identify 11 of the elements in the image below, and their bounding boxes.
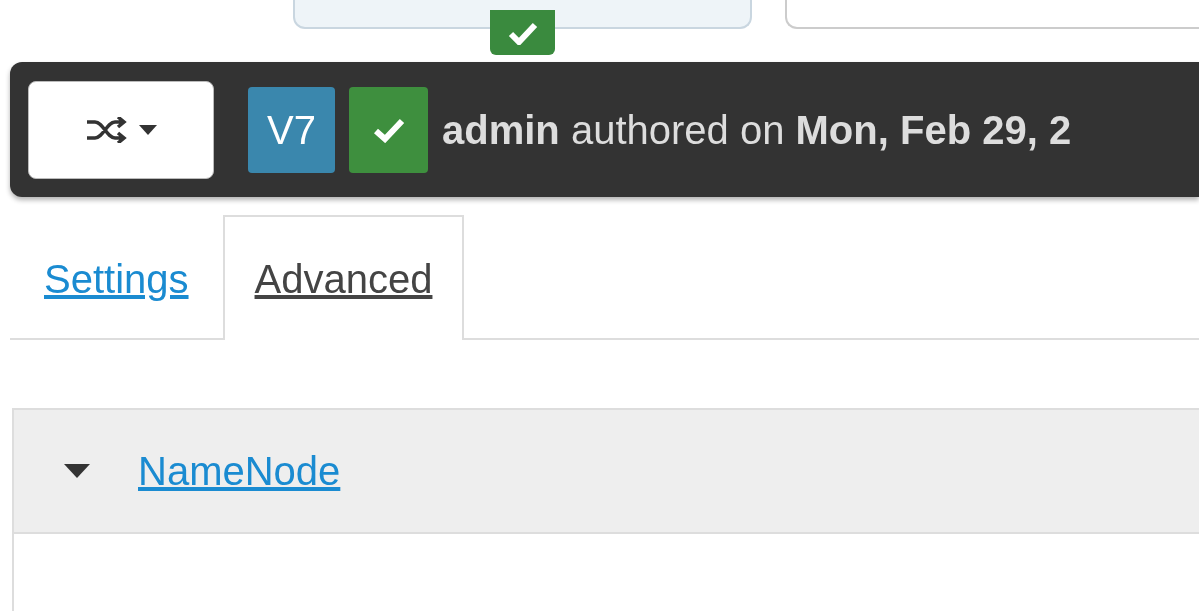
check-icon xyxy=(507,20,538,45)
section-link[interactable]: NameNode xyxy=(138,441,341,501)
caret-icon xyxy=(139,124,157,135)
tab[interactable]: Settings xyxy=(10,215,223,340)
check-icon xyxy=(372,116,405,143)
caret-icon[interactable] xyxy=(64,464,90,478)
shuffle-icon xyxy=(85,116,129,143)
version-badge: V7 xyxy=(248,86,335,173)
switch-version-button[interactable] xyxy=(28,80,214,179)
version-summary: admin authored on Mon, Feb 29, 2 xyxy=(442,106,1072,154)
tab[interactable]: Advanced xyxy=(222,215,465,340)
